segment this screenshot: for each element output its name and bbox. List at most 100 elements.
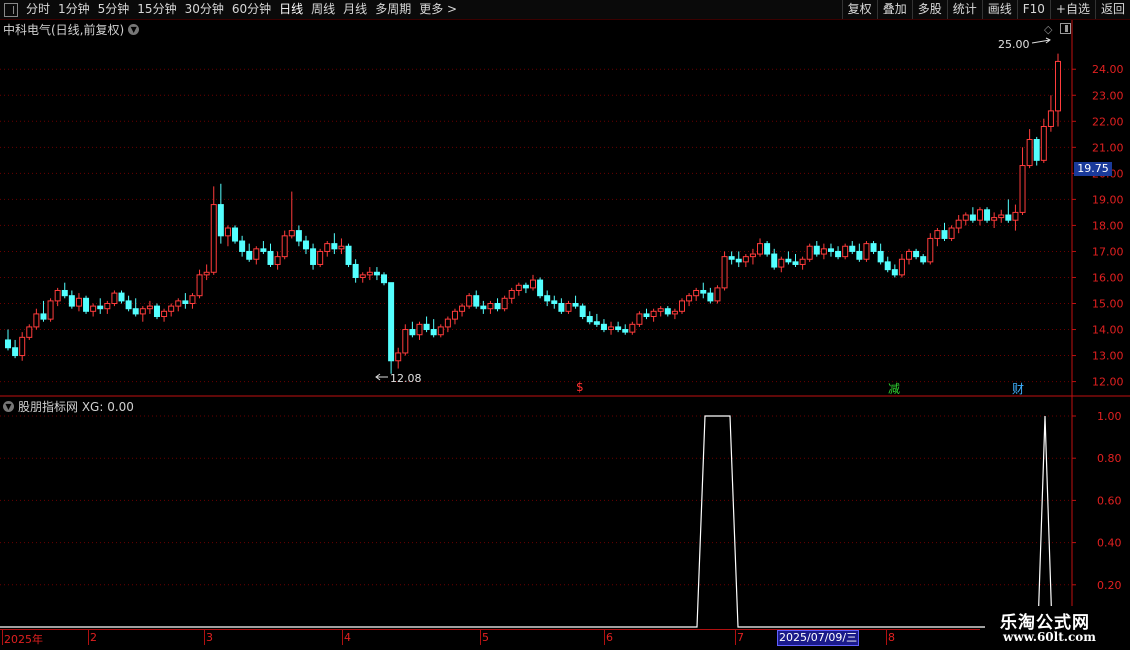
event-marker-reduce[interactable]: 减	[888, 380, 900, 397]
candle-body	[281, 235, 288, 258]
candle-body	[622, 329, 629, 333]
candle-body	[430, 329, 437, 336]
candle-body	[806, 245, 813, 260]
candle-body	[68, 295, 75, 307]
candle-body	[742, 256, 749, 263]
current-price-tag: 19.75	[1074, 162, 1112, 176]
y-axis-label: 24.00	[1092, 63, 1124, 76]
candle-body	[90, 305, 97, 312]
candle-body	[381, 274, 388, 284]
y-axis-label: 19.00	[1092, 193, 1124, 206]
candle-body	[785, 258, 792, 263]
candle-body	[331, 243, 338, 250]
y-axis-label: 14.00	[1092, 324, 1124, 337]
indicator-title[interactable]: ▼ 股朋指标网 XG: 0.00	[3, 398, 134, 415]
candle-body	[976, 209, 983, 221]
candle-body	[459, 305, 466, 312]
indicator-axis-label: 0.40	[1097, 537, 1122, 550]
candle-body	[842, 245, 849, 258]
candle-body	[593, 321, 600, 325]
y-axis-label: 15.00	[1092, 298, 1124, 311]
high-arrow	[1031, 37, 1051, 44]
candle-body	[203, 271, 210, 276]
candle-body	[558, 303, 565, 312]
candle-body	[984, 209, 991, 221]
candle-body	[132, 308, 139, 315]
candle-body	[444, 318, 451, 328]
candle-body	[991, 217, 998, 221]
candle-body	[40, 313, 47, 320]
candle-body	[969, 214, 976, 221]
candle-body	[1012, 211, 1019, 221]
candle-body	[778, 258, 785, 268]
date-tick	[735, 630, 736, 645]
candle-body	[175, 300, 182, 307]
date-tick	[88, 630, 89, 645]
candle-body	[437, 326, 444, 336]
candle-body	[898, 258, 905, 276]
candle-body	[196, 274, 203, 297]
candle-body	[310, 248, 317, 265]
candle-body	[856, 250, 863, 260]
candle-body	[771, 253, 778, 268]
candle-body	[416, 323, 423, 336]
candle-body	[26, 326, 33, 338]
candle-body	[501, 297, 508, 310]
candle-body	[359, 274, 366, 278]
candle-body	[955, 219, 962, 229]
candle-body	[757, 243, 764, 255]
indicator-axis-label: 0.80	[1097, 452, 1122, 465]
date-tick	[886, 630, 887, 645]
cursor-date-label: 2025/07/09/三	[777, 630, 860, 646]
date-label: 3	[206, 631, 213, 644]
candle-body	[537, 279, 544, 297]
candle-body	[572, 303, 579, 307]
candle-body	[19, 336, 26, 357]
indicator-axis-label: 0.20	[1097, 579, 1122, 592]
candle-body	[714, 287, 721, 302]
candle-body	[1047, 110, 1054, 128]
candle-body	[728, 256, 735, 260]
candle-body	[345, 245, 352, 265]
candle-body	[707, 292, 714, 302]
candle-body	[913, 250, 920, 258]
candle-body	[388, 282, 395, 362]
candle-body	[295, 230, 302, 242]
candle-body	[849, 245, 856, 252]
event-marker-finance[interactable]: 财	[1012, 380, 1024, 397]
candle-body	[409, 329, 416, 336]
y-axis-label: 12.00	[1092, 376, 1124, 389]
candle-body	[877, 250, 884, 263]
candle-body	[317, 250, 324, 265]
candle-body	[544, 295, 551, 302]
candle-body	[288, 230, 295, 237]
candle-body	[586, 316, 593, 323]
date-label: 2025年	[4, 633, 43, 646]
candle-body	[792, 261, 799, 265]
candle-body	[941, 230, 948, 239]
low-price-annotation: 12.08	[390, 372, 422, 385]
candle-body	[423, 323, 430, 331]
candle-body	[338, 245, 345, 250]
xg-indicator-line	[0, 415, 1070, 628]
candle-body	[47, 300, 54, 320]
y-axis-label: 23.00	[1092, 89, 1124, 102]
candle-body	[664, 308, 671, 315]
candle-body	[530, 279, 536, 289]
date-label: 8	[888, 631, 895, 644]
candle-body	[579, 305, 586, 318]
candle-body	[224, 227, 231, 237]
low-arrow	[375, 373, 388, 381]
candle-body	[12, 347, 19, 357]
candle-body	[104, 303, 111, 310]
candle-body	[161, 310, 168, 318]
candle-body	[657, 308, 664, 312]
candle-body	[615, 326, 622, 331]
candle-body	[61, 289, 68, 297]
event-marker-dollar[interactable]: $	[576, 380, 584, 394]
candle-body	[515, 284, 522, 291]
chart-canvas[interactable]: 24.0023.0022.0021.0020.0019.0018.0017.00…	[0, 0, 1130, 650]
chevron-down-icon[interactable]: ▼	[3, 401, 14, 412]
candle-body	[239, 240, 246, 252]
candle-body	[962, 214, 969, 221]
